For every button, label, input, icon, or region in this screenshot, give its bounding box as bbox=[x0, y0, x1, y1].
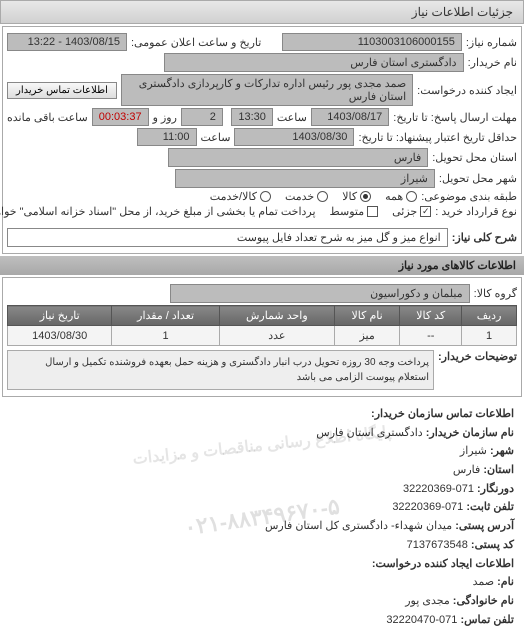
category-radio-group: همه کالا خدمت کالا/خدمت bbox=[210, 190, 417, 203]
th-qty: تعداد / مقدار bbox=[112, 306, 219, 326]
time-left-field: 00:03:37 bbox=[92, 108, 149, 126]
req-no-label: شماره نیاز: bbox=[466, 36, 517, 49]
creator-field: صمد مجدی پور رئیس اداره تدارکات و کارپرد… bbox=[121, 74, 413, 106]
buyer-name-label: نام خریدار: bbox=[468, 56, 517, 69]
td-unit: عدد bbox=[219, 326, 334, 346]
need-desc-field: انواع میز و گل میز به شرح تعداد فایل پیو… bbox=[7, 228, 448, 247]
req-no-field: 1103003106000155 bbox=[282, 33, 462, 51]
announce-label: تاریخ و ساعت اعلان عمومی: bbox=[131, 36, 261, 49]
address-value: میدان شهداء- دادگستری کل استان فارس bbox=[265, 520, 452, 532]
time-left-label: ساعت باقی مانده bbox=[7, 111, 88, 124]
th-name: نام کالا bbox=[334, 306, 399, 326]
goods-section-header: اطلاعات کالاهای مورد نیاز bbox=[0, 256, 524, 275]
check-medium[interactable]: متوسط bbox=[330, 205, 379, 218]
credit-time-field: 11:00 bbox=[137, 128, 197, 146]
fax-label: دورنگار: bbox=[477, 483, 514, 495]
phone-value: 071-32220369 bbox=[392, 501, 463, 513]
deadline-reply-label: مهلت ارسال پاسخ: تا تاریخ: bbox=[393, 111, 517, 124]
announce-field: 1403/08/15 - 13:22 bbox=[7, 33, 127, 51]
radio-all[interactable]: همه bbox=[385, 190, 417, 203]
creator-title: اطلاعات ایجاد کننده درخواست: bbox=[372, 558, 514, 570]
credit-label: حداقل تاریخ اعتبار پیشنهاد: تا تاریخ: bbox=[358, 131, 517, 144]
phone-label: تلفن ثابت: bbox=[466, 501, 514, 513]
td-qty: 1 bbox=[112, 326, 219, 346]
radio-goods-service[interactable]: کالا/خدمت bbox=[210, 190, 271, 203]
td-code: -- bbox=[400, 326, 462, 346]
tab-header: جزئیات اطلاعات نیاز bbox=[0, 0, 524, 24]
time-label-1: ساعت bbox=[277, 111, 307, 124]
time-label-2: ساعت bbox=[201, 131, 231, 144]
family-value: مجدی پور bbox=[405, 595, 450, 607]
contract-note: پرداخت تمام یا بخشی از مبلغ خرید، از محل… bbox=[0, 205, 316, 218]
deadline-reply-time: 13:30 bbox=[231, 108, 273, 126]
goods-group-field: مبلمان و دکوراسیون bbox=[170, 284, 470, 303]
buyer-notes-label: توضیحات خریدار: bbox=[438, 350, 517, 363]
phone2-value: 071-32220470 bbox=[386, 614, 457, 626]
main-form: شماره نیاز: 1103003106000155 تاریخ و ساع… bbox=[2, 26, 522, 254]
td-name: میز bbox=[334, 326, 399, 346]
radio-service[interactable]: خدمت bbox=[285, 190, 328, 203]
creator-label: ایجاد کننده درخواست: bbox=[417, 84, 517, 97]
buyer-notes-field: پرداخت وجه 30 روزه تحویل درب انبار دادگس… bbox=[7, 350, 434, 390]
credit-date-field: 1403/08/30 bbox=[234, 128, 354, 146]
city2-value: شیراز bbox=[460, 445, 487, 457]
goods-table: ردیف کد کالا نام کالا واحد شمارش تعداد /… bbox=[7, 305, 517, 346]
td-date: 1403/08/30 bbox=[8, 326, 112, 346]
td-index: 1 bbox=[462, 326, 517, 346]
buyer-name-field: دادگستری استان فارس bbox=[164, 53, 464, 72]
family-label: نام خانوادگی: bbox=[453, 595, 514, 607]
goods-group-label: گروه کالا: bbox=[474, 287, 517, 300]
province2-value: فارس bbox=[453, 464, 480, 476]
tab-title: جزئیات اطلاعات نیاز bbox=[412, 5, 513, 19]
deadline-reply-date: 1403/08/17 bbox=[311, 108, 390, 126]
postal-label: کد پستی: bbox=[471, 539, 514, 551]
category-label: طبقه بندی موضوعی: bbox=[421, 190, 517, 203]
postal-value: 7137673548 bbox=[407, 539, 468, 551]
days-left-label: روز و bbox=[153, 111, 177, 124]
contract-type-group: جزئی متوسط bbox=[330, 205, 432, 218]
org-label: نام سازمان خریدار: bbox=[426, 427, 514, 439]
contact-info-section: پایگاه اطلاع رسانی مناقصات و مزایدات ۰۲۱… bbox=[0, 399, 524, 635]
goods-section: گروه کالا: مبلمان و دکوراسیون ردیف کد کا… bbox=[2, 277, 522, 397]
table-header-row: ردیف کد کالا نام کالا واحد شمارش تعداد /… bbox=[8, 306, 517, 326]
province2-label: استان: bbox=[483, 464, 514, 476]
city-label: شهر محل تحویل: bbox=[439, 172, 517, 185]
name-value: صمد bbox=[473, 576, 494, 588]
th-unit: واحد شمارش bbox=[219, 306, 334, 326]
city2-label: شهر: bbox=[490, 445, 514, 457]
province-label: استان محل تحویل: bbox=[432, 151, 517, 164]
address-label: آدرس پستی: bbox=[455, 520, 514, 532]
th-date: تاریخ نیاز bbox=[8, 306, 112, 326]
name-label: نام: bbox=[497, 576, 514, 588]
city-field: شیراز bbox=[175, 169, 435, 188]
phone2-label: تلفن تماس: bbox=[460, 614, 514, 626]
radio-goods[interactable]: کالا bbox=[342, 190, 371, 203]
contract-type-label: نوع قرارداد خرید : bbox=[435, 205, 517, 218]
contact-title: اطلاعات تماس سازمان خریدار: bbox=[371, 408, 514, 420]
contact-buyer-button[interactable]: اطلاعات تماس خریدار bbox=[7, 82, 117, 99]
th-index: ردیف bbox=[462, 306, 517, 326]
days-left-field: 2 bbox=[181, 108, 223, 126]
check-small[interactable]: جزئی bbox=[392, 205, 431, 218]
fax-value: 071-32220369 bbox=[403, 483, 474, 495]
province-field: فارس bbox=[168, 148, 428, 167]
org-value: دادگستری استان فارس bbox=[316, 427, 422, 439]
th-code: کد کالا bbox=[400, 306, 462, 326]
table-row[interactable]: 1 -- میز عدد 1 1403/08/30 bbox=[8, 326, 517, 346]
need-desc-label: شرح کلی نیاز: bbox=[452, 231, 517, 244]
